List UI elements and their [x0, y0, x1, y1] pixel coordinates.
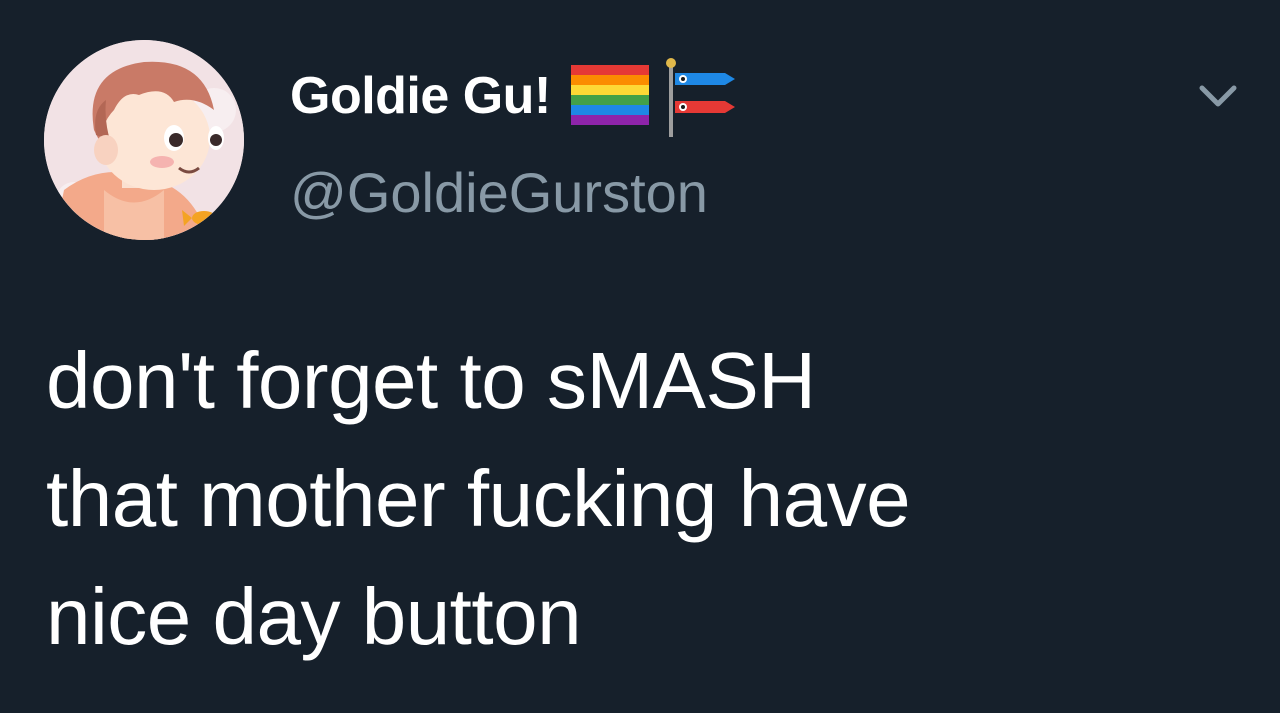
carp-streamer-icon: [663, 55, 739, 137]
tweet-text-line: nice day button: [46, 572, 582, 661]
tweet-card: Goldie Gu! @GoldieGurston don't forget t…: [0, 0, 1280, 713]
author-name-row[interactable]: Goldie Gu!: [290, 55, 739, 137]
tweet-text-line: don't forget to sMASH: [46, 336, 816, 425]
author-handle[interactable]: @GoldieGurston: [290, 158, 708, 228]
tweet-text: don't forget to sMASH that mother fuckin…: [46, 322, 1256, 676]
cartoon-boy-avatar-icon: [44, 40, 244, 240]
chevron-down-icon[interactable]: [1196, 78, 1240, 114]
display-name[interactable]: Goldie Gu!: [290, 66, 551, 126]
avatar[interactable]: [44, 40, 244, 240]
tweet-text-line: that mother fucking have: [46, 454, 911, 543]
rainbow-flag-icon: [569, 61, 651, 131]
